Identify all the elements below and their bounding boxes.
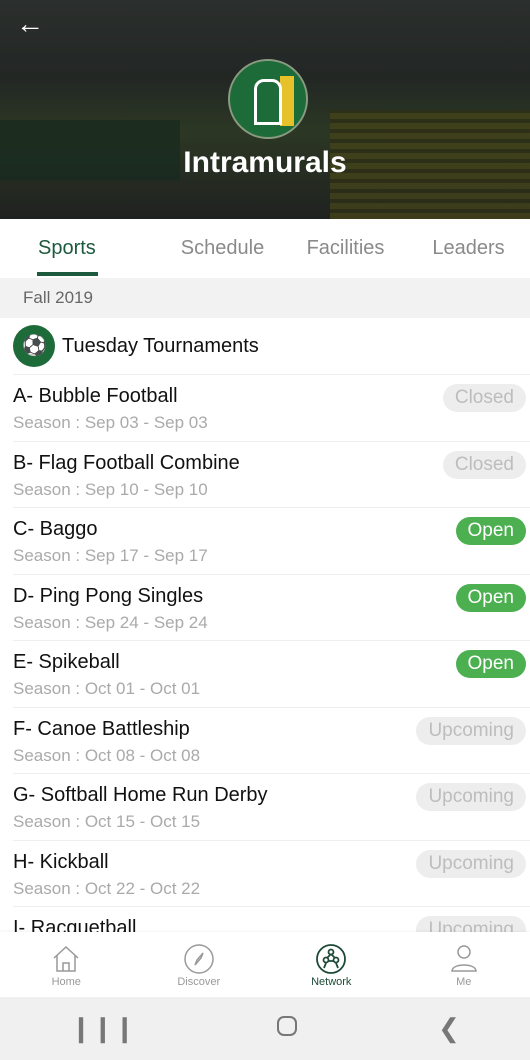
- home-button-icon[interactable]: [276, 1013, 298, 1044]
- item-name: D- Ping Pong Singles: [13, 584, 204, 607]
- person-icon: [398, 942, 530, 976]
- header-banner: ← Intramurals: [0, 0, 530, 219]
- group-header: Tuesday Tournaments: [0, 318, 530, 374]
- tab-facilities[interactable]: Facilities: [284, 219, 407, 278]
- status-badge: Upcoming: [416, 783, 526, 811]
- nav-discover-label: Discover: [177, 976, 221, 988]
- item-name: E- Spikeball: [13, 651, 120, 673]
- status-badge: Open: [455, 583, 526, 612]
- item-name: B- Flag Football Combine: [13, 451, 240, 474]
- item-name: A- Bubble Football: [13, 385, 178, 407]
- nav-home-label: Home: [51, 976, 81, 988]
- back-arrow-icon[interactable]: ←: [16, 8, 44, 40]
- status-badge: Upcoming: [416, 849, 526, 878]
- list-item[interactable]: E- Spikeball Season : Oct 01 - Oct 01 Op…: [13, 640, 530, 707]
- list-item[interactable]: G- Softball Home Run Derby Season : Oct …: [13, 773, 530, 840]
- item-season: Season : Oct 22 - Oct 22: [13, 878, 201, 898]
- list-item[interactable]: C- Baggo Season : Sep 17 - Sep 17 Open: [13, 507, 530, 574]
- recent-apps-icon[interactable]: ❙❙❙: [70, 1013, 135, 1044]
- nav-network[interactable]: Network: [265, 932, 398, 997]
- list-item[interactable]: F- Canoe Battleship Season : Oct 08 - Oc…: [13, 706, 530, 774]
- status-badge: Open: [455, 650, 526, 678]
- item-season: Season : Sep 03 - Sep 03: [13, 413, 208, 432]
- group-title: Tuesday Tournaments: [62, 334, 259, 357]
- back-button-icon[interactable]: ❮: [438, 1013, 460, 1044]
- status-badge: Closed: [442, 384, 526, 412]
- compass-icon: [133, 942, 266, 976]
- list-item[interactable]: D- Ping Pong Singles Season : Sep 24 - S…: [13, 573, 530, 641]
- status-badge: Upcoming: [416, 716, 526, 745]
- item-season: Season : Sep 17 - Sep 17: [13, 546, 208, 565]
- nav-network-label: Network: [311, 976, 352, 988]
- item-season: Season : Sep 10 - Sep 10: [13, 479, 208, 499]
- sports-list[interactable]: A- Bubble Football Season : Sep 03 - Sep…: [0, 374, 530, 932]
- item-name: H- Kickball: [13, 850, 109, 873]
- nav-home[interactable]: Home: [0, 932, 133, 997]
- nav-discover[interactable]: Discover: [133, 932, 266, 997]
- item-season: Season : Oct 08 - Oct 08: [13, 745, 201, 765]
- tab-bar: Sports Schedule Facilities Leaders: [0, 219, 530, 278]
- status-badge: Open: [455, 517, 526, 545]
- tab-schedule[interactable]: Schedule: [161, 219, 284, 278]
- item-name: G- Softball Home Run Derby: [13, 784, 268, 806]
- list-item[interactable]: A- Bubble Football Season : Sep 03 - Sep…: [13, 374, 530, 441]
- item-name: I- Racquetball: [13, 917, 137, 932]
- status-badge: Closed: [442, 450, 526, 479]
- list-item[interactable]: B- Flag Football Combine Season : Sep 10…: [13, 440, 530, 508]
- network-icon: [265, 942, 398, 976]
- list-item[interactable]: H- Kickball Season : Oct 22 - Oct 22 Upc…: [13, 839, 530, 907]
- organization-logo: [228, 59, 308, 139]
- term-header: Fall 2019: [0, 278, 530, 318]
- tab-leaders[interactable]: Leaders: [407, 219, 530, 278]
- status-badge: Upcoming: [416, 916, 526, 932]
- nav-me-label: Me: [456, 976, 472, 988]
- item-season: Season : Sep 24 - Sep 24: [13, 612, 208, 632]
- list-item[interactable]: I- Racquetball Upcoming: [13, 906, 530, 932]
- item-name: C- Baggo: [13, 518, 98, 540]
- home-icon: [0, 942, 133, 976]
- item-name: F- Canoe Battleship: [13, 717, 190, 740]
- tab-sports[interactable]: Sports: [0, 219, 161, 278]
- page-title: Intramurals: [183, 146, 347, 179]
- item-season: Season : Oct 15 - Oct 15: [13, 812, 201, 831]
- sports-group-icon: [13, 325, 55, 367]
- item-season: Season : Oct 01 - Oct 01: [13, 679, 201, 698]
- nav-me[interactable]: Me: [398, 932, 530, 997]
- system-navigation-bar: ❙❙❙ ❮: [0, 997, 530, 1060]
- bottom-navigation: Home Discover Network Me: [0, 932, 530, 997]
